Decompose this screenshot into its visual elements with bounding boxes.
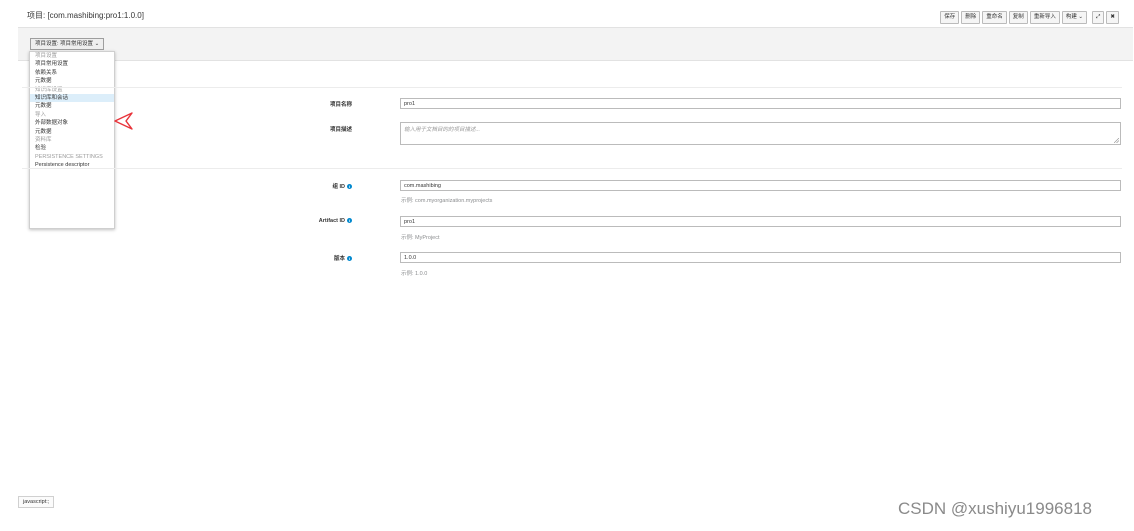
menu-item[interactable]: 元数据	[30, 77, 114, 85]
build-button-label: 构建	[1065, 14, 1077, 20]
close-icon[interactable]: ✖	[1106, 11, 1119, 24]
menu-header: 资料库	[35, 136, 52, 143]
info-icon[interactable]: i	[347, 218, 352, 224]
menu-item[interactable]: 外部数据对象	[30, 119, 114, 127]
watermark: CSDN @xushiyu1996818	[898, 499, 1092, 518]
version-label-text: 版本	[333, 256, 345, 262]
copy-button[interactable]: 复制	[1008, 11, 1028, 24]
toolbar: 保存 删除 重命名 复制 重新导入 构建 ⌄ ⤢ ✖	[940, 11, 1119, 24]
settings-dropdown-label: 项目设置: 项目常用设置	[35, 41, 94, 47]
menu-item[interactable]: 元数据	[30, 102, 114, 110]
group-id-label-text: 组 ID	[332, 184, 345, 190]
artifact-id-label: Artifact ID i	[252, 218, 352, 224]
build-button[interactable]: 构建 ⌄	[1061, 11, 1087, 24]
menu-item[interactable]: 元数据	[30, 128, 114, 136]
chevron-down-icon: ⌄	[1078, 14, 1083, 20]
project-name-input[interactable]: pro1	[400, 98, 1121, 109]
section-divider	[22, 168, 1122, 169]
artifact-id-input[interactable]: pro1	[400, 216, 1121, 227]
settings-dropdown-menu: 项目设置 项目常用设置 依赖关系 元数据 知识库设置 知识库和会话 元数据 导入…	[29, 51, 115, 229]
save-button[interactable]: 保存	[940, 11, 960, 24]
version-label: 版本 i	[252, 254, 352, 262]
expand-icon[interactable]: ⤢	[1091, 11, 1105, 24]
section-divider	[22, 87, 1122, 88]
menu-header: 导入	[35, 111, 47, 118]
artifact-id-label-text: Artifact ID	[318, 218, 345, 224]
artifact-id-help: 示例: MyProject	[401, 235, 440, 241]
chevron-down-icon: ⌄	[94, 41, 100, 47]
project-title: 项目: [com.mashibing:pro1:1.0.0]	[27, 11, 144, 20]
project-description-textarea[interactable]: 输入用于文档目的的项目描述...	[400, 122, 1121, 145]
menu-item[interactable]: 依赖关系	[30, 69, 114, 77]
project-name-label: 项目名称	[329, 102, 352, 108]
project-description-placeholder: 输入用于文档目的的项目描述...	[404, 127, 481, 133]
group-id-label: 组 ID i	[252, 182, 352, 190]
version-input[interactable]: 1.0.0	[400, 252, 1121, 263]
info-icon[interactable]: i	[347, 184, 352, 190]
version-help: 示例: 1.0.0	[401, 271, 428, 277]
menu-item-selected[interactable]: 知识库和会话	[30, 93, 114, 103]
resize-handle-icon[interactable]	[1114, 138, 1119, 143]
menu-item[interactable]: 检验	[30, 144, 114, 152]
settings-dropdown-button[interactable]: 项目设置: 项目常用设置 ⌄	[30, 38, 105, 50]
arrow-pointer-icon	[114, 112, 133, 130]
menu-header: 项目设置	[35, 53, 58, 59]
delete-button[interactable]: 删除	[961, 11, 981, 24]
settings-subbar	[18, 27, 1133, 61]
rename-button[interactable]: 重命名	[982, 11, 1007, 24]
menu-item[interactable]: 项目常用设置	[30, 60, 114, 68]
group-id-help: 示例: com.myorganization.myprojects	[401, 198, 493, 204]
status-bar-url: javascript:;	[18, 496, 55, 508]
project-description-label: 项目描述	[329, 127, 352, 133]
menu-header: PERSISTENCE SETTINGS	[35, 153, 103, 160]
reimport-button[interactable]: 重新导入	[1029, 11, 1060, 24]
info-icon[interactable]: i	[347, 256, 352, 262]
group-id-input[interactable]: com.mashibing	[400, 180, 1121, 191]
